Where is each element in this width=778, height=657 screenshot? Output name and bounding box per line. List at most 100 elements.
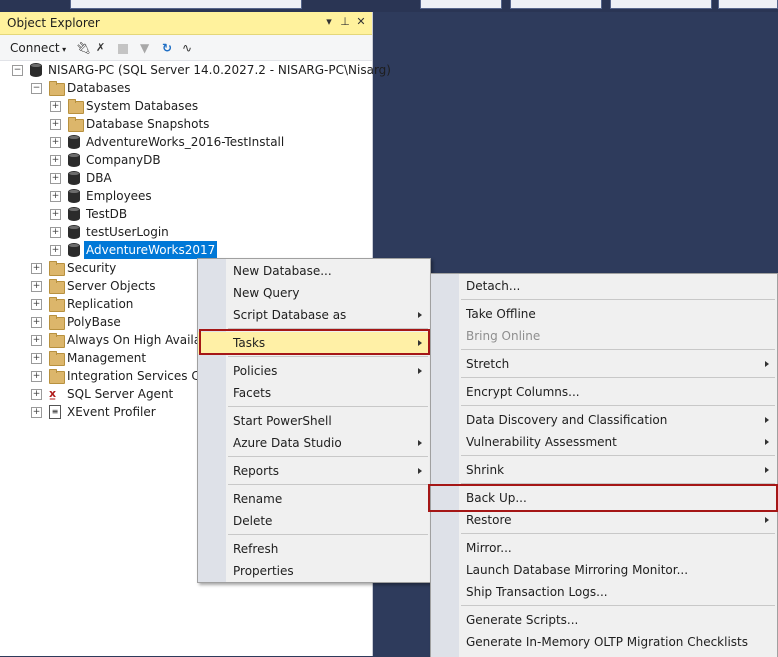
tree-node-database[interactable]: + DBA — [50, 169, 350, 187]
menu-item-reports[interactable]: Reports — [198, 460, 430, 482]
menu-item-rename[interactable]: Rename — [198, 488, 430, 510]
menu-item-facets[interactable]: Facets — [198, 382, 430, 404]
panel-title: Object Explorer — [7, 16, 100, 30]
menu-item-refresh[interactable]: Refresh — [198, 538, 430, 560]
expand-icon[interactable]: + — [50, 101, 61, 112]
menu-item-label: Vulnerability Assessment — [466, 435, 617, 449]
expand-icon[interactable]: + — [31, 263, 42, 274]
tree-node-label: DBA — [86, 171, 112, 185]
tree-node-label: Database Snapshots — [86, 117, 210, 131]
menu-item-mirror[interactable]: Mirror... — [431, 537, 777, 559]
database-icon — [68, 189, 80, 203]
menu-item-data-discovery[interactable]: Data Discovery and Classification — [431, 409, 777, 431]
tree-node-label: Security — [67, 261, 117, 275]
tree-node-label: PolyBase — [67, 315, 121, 329]
menu-item-label: Policies — [233, 364, 278, 378]
tree-node-database[interactable]: + CompanyDB — [50, 151, 350, 169]
menu-item-stretch[interactable]: Stretch — [431, 353, 777, 375]
menu-item-label: Detach... — [466, 279, 521, 293]
menu-item-ship-transaction-logs[interactable]: Ship Transaction Logs... — [431, 581, 777, 603]
menu-item-new-query[interactable]: New Query — [198, 282, 430, 304]
expand-icon[interactable]: + — [50, 137, 61, 148]
menu-item-label: Launch Database Mirroring Monitor... — [466, 563, 689, 577]
filter-icon[interactable]: ▼ — [140, 40, 149, 56]
tree-node-database-selected[interactable]: + AdventureWorks2017 — [50, 240, 350, 260]
top-toolbar-segment — [718, 0, 778, 9]
menu-item-properties[interactable]: Properties — [198, 560, 430, 582]
menu-item-label: Reports — [233, 464, 280, 478]
menu-item-new-database[interactable]: New Database... — [198, 260, 430, 282]
expand-icon[interactable]: + — [31, 335, 42, 346]
expand-icon[interactable]: + — [31, 299, 42, 310]
sql-agent-icon: x̲ — [49, 387, 57, 400]
expand-icon[interactable]: + — [31, 353, 42, 364]
collapse-icon[interactable]: − — [31, 83, 42, 94]
tree-node-database[interactable]: + TestDB — [50, 205, 350, 223]
menu-item-policies[interactable]: Policies — [198, 360, 430, 382]
tree-node-database[interactable]: + testUserLogin — [50, 223, 350, 241]
expand-icon[interactable]: + — [50, 155, 61, 166]
connect-plug-icon[interactable]: 🔌︎ — [76, 40, 91, 56]
menu-item-take-offline[interactable]: Take Offline — [431, 303, 777, 325]
submenu-arrow-icon — [418, 368, 422, 374]
tree-node-database[interactable]: + Employees — [50, 187, 350, 205]
expand-icon[interactable]: + — [31, 317, 42, 328]
tree-node-label: Management — [67, 351, 147, 365]
menu-item-vulnerability-assessment[interactable]: Vulnerability Assessment — [431, 431, 777, 453]
menu-separator — [228, 534, 428, 535]
menu-item-label: Bring Online — [466, 329, 541, 343]
connect-button[interactable]: Connect ▾ — [10, 40, 66, 56]
database-icon — [68, 153, 80, 167]
close-icon[interactable]: ✕ — [354, 15, 368, 29]
dropdown-icon[interactable]: ▾ — [322, 15, 336, 29]
folder-icon — [49, 279, 65, 294]
menu-item-label: Refresh — [233, 542, 279, 556]
folder-icon — [49, 369, 65, 384]
tasks-highlight-box — [199, 329, 430, 355]
menu-item-oltp-migration-checklists[interactable]: Generate In-Memory OLTP Migration Checkl… — [431, 631, 777, 653]
expand-icon[interactable]: + — [50, 227, 61, 238]
expand-icon[interactable]: + — [50, 173, 61, 184]
menu-item-encrypt-columns[interactable]: Encrypt Columns... — [431, 381, 777, 403]
refresh-icon[interactable]: ↻ — [162, 40, 172, 56]
submenu-arrow-icon — [765, 467, 769, 473]
menu-item-start-powershell[interactable]: Start PowerShell — [198, 410, 430, 432]
expand-icon[interactable]: + — [31, 389, 42, 400]
menu-item-shrink[interactable]: Shrink — [431, 459, 777, 481]
top-combo-box[interactable] — [70, 0, 302, 9]
menu-item-detach[interactable]: Detach... — [431, 275, 777, 297]
tree-node-system-databases[interactable]: + System Databases — [50, 97, 350, 115]
menu-item-label: Ship Transaction Logs... — [466, 585, 608, 599]
expand-icon[interactable]: + — [50, 245, 61, 256]
tree-node-server[interactable]: − NISARG-PC (SQL Server 14.0.2027.2 - NI… — [12, 61, 391, 79]
expand-icon[interactable]: + — [50, 191, 61, 202]
activity-monitor-icon[interactable]: ∿ — [182, 40, 192, 56]
menu-item-label: Take Offline — [466, 307, 536, 321]
expand-icon[interactable]: + — [31, 281, 42, 292]
server-icon — [30, 63, 42, 77]
menu-item-label: Generate In-Memory OLTP Migration Checkl… — [466, 635, 748, 649]
menu-item-delete[interactable]: Delete — [198, 510, 430, 532]
tree-node-database[interactable]: + AdventureWorks_2016-TestInstall — [50, 133, 350, 151]
menu-item-restore[interactable]: Restore — [431, 509, 777, 531]
folder-icon — [49, 261, 65, 276]
expand-icon[interactable]: + — [31, 407, 42, 418]
pin-icon[interactable]: ⊥ — [338, 15, 352, 29]
expand-icon[interactable]: + — [31, 371, 42, 382]
folder-icon — [68, 117, 84, 132]
expand-icon[interactable]: + — [50, 209, 61, 220]
expand-icon[interactable]: + — [50, 119, 61, 130]
menu-item-generate-scripts[interactable]: Generate Scripts... — [431, 609, 777, 631]
menu-item-mirroring-monitor[interactable]: Launch Database Mirroring Monitor... — [431, 559, 777, 581]
tree-node-databases[interactable]: − Databases — [31, 79, 331, 97]
tree-node-label: Server Objects — [67, 279, 156, 293]
database-icon — [68, 225, 80, 239]
menu-item-azure-data-studio[interactable]: Azure Data Studio — [198, 432, 430, 454]
tree-node-database-snapshots[interactable]: + Database Snapshots — [50, 115, 350, 133]
stop-icon[interactable] — [118, 44, 128, 54]
tree-node-label: XEvent Profiler — [67, 405, 156, 419]
disconnect-icon[interactable]: ✗ — [96, 40, 105, 56]
collapse-icon[interactable]: − — [12, 65, 23, 76]
menu-item-script-database-as[interactable]: Script Database as — [198, 304, 430, 326]
top-toolbar-segment — [610, 0, 712, 9]
